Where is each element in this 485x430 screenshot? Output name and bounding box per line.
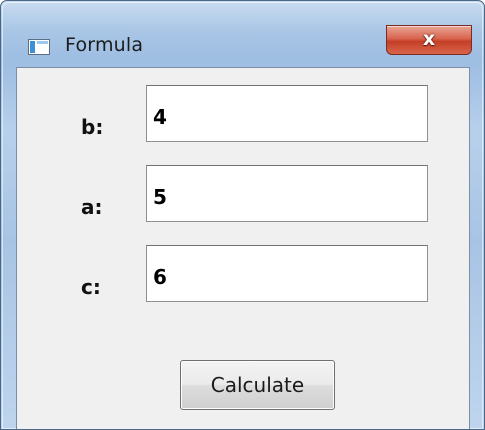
field-label-c: c: [81, 275, 101, 299]
formula-window: Formula x b: a: c: Calculate [0, 0, 485, 430]
close-icon: x [422, 28, 436, 50]
field-label-a: a: [81, 195, 103, 219]
b-input[interactable] [146, 85, 428, 142]
field-label-b: b: [81, 115, 104, 139]
close-button[interactable]: x [386, 25, 472, 55]
title-bar[interactable]: Formula x [1, 1, 484, 67]
a-input[interactable] [146, 165, 428, 222]
calculate-button[interactable]: Calculate [180, 360, 335, 410]
c-input[interactable] [146, 245, 428, 302]
window-title: Formula [65, 34, 144, 56]
app-window-icon [28, 39, 50, 55]
